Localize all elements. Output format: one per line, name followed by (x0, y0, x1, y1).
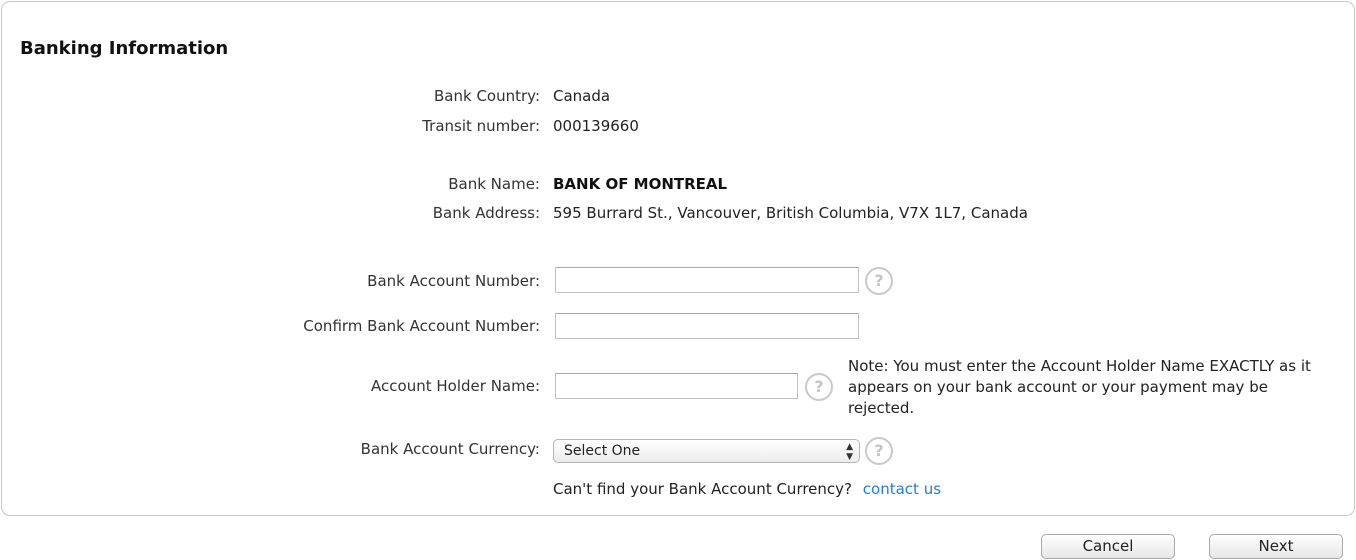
bank-address-label: Bank Address: (432, 204, 540, 222)
cancel-button[interactable]: Cancel (1041, 534, 1175, 559)
bank-country-value: Canada (553, 87, 611, 105)
currency-label: Bank Account Currency: (360, 440, 540, 458)
account-holder-note: Note: You must enter the Account Holder … (848, 357, 1311, 417)
account-number-help-icon[interactable]: ? (865, 267, 893, 295)
account-holder-name-input[interactable] (555, 373, 798, 399)
confirm-account-number-label: Confirm Bank Account Number: (303, 317, 540, 335)
bank-country-label: Bank Country: (434, 87, 540, 105)
currency-select[interactable]: Select One ▲ ▼ (553, 439, 860, 463)
account-number-label: Bank Account Number: (367, 272, 540, 290)
currency-help-row: Can't find your Bank Account Currency? c… (553, 480, 941, 498)
contact-us-link[interactable]: contact us (863, 480, 941, 498)
currency-help-text: Can't find your Bank Account Currency? (553, 480, 853, 498)
bank-name-value: BANK OF MONTREAL (553, 175, 728, 193)
transit-number-label: Transit number: (422, 117, 540, 135)
up-down-chevron-icon: ▲ ▼ (846, 442, 853, 462)
bank-address-value: 595 Burrard St., Vancouver, British Colu… (553, 204, 1028, 222)
bank-name-label: Bank Name: (448, 175, 540, 193)
account-holder-name-label: Account Holder Name: (371, 377, 540, 395)
confirm-account-number-input[interactable] (555, 313, 859, 339)
banking-information-panel: Banking Information Bank Country: Canada… (1, 1, 1355, 516)
currency-help-icon[interactable]: ? (865, 437, 893, 465)
account-number-input[interactable] (555, 267, 859, 293)
next-button[interactable]: Next (1209, 534, 1343, 559)
account-holder-help-icon[interactable]: ? (805, 373, 833, 401)
currency-selected-value: Select One (564, 443, 641, 459)
section-title: Banking Information (20, 38, 229, 59)
transit-number-value: 000139660 (553, 117, 639, 135)
